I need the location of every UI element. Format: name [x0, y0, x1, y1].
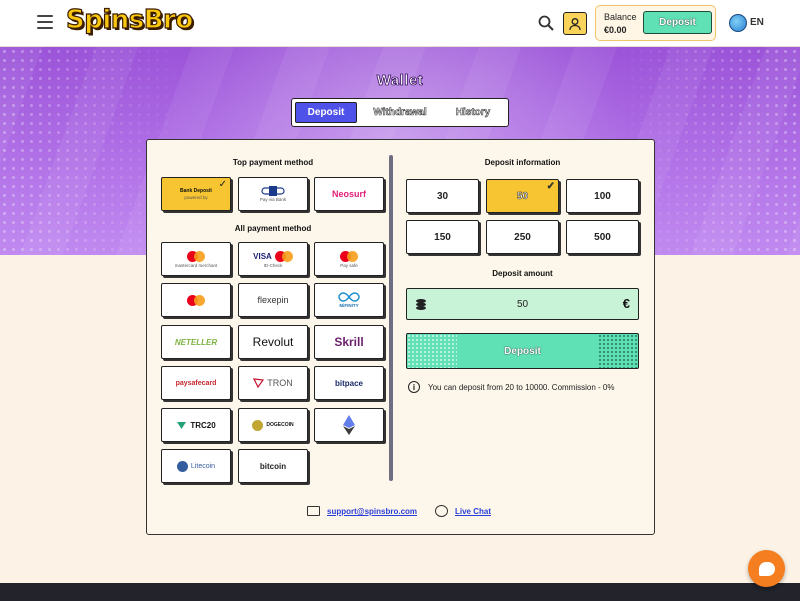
payment-mifinity[interactable]: MiFINITY — [314, 283, 384, 317]
tron-icon — [253, 378, 265, 388]
header: SpinsBro Balance €0.00 Deposit EN — [0, 0, 800, 47]
ethereum-icon — [343, 415, 355, 435]
currency-symbol: € — [622, 296, 630, 311]
deposit-button[interactable]: Deposit — [406, 333, 639, 369]
skrill-label: Skrill — [334, 335, 364, 349]
mastercard-icon — [274, 250, 293, 262]
mail-icon — [307, 506, 320, 516]
language-selector[interactable]: EN — [750, 17, 764, 28]
payment-mastercard[interactable] — [161, 283, 231, 317]
deposit-amount-title: Deposit amount — [492, 269, 553, 278]
check-icon: ✓ — [546, 181, 555, 193]
neosurf-label: Neosurf — [331, 189, 366, 199]
bank-transfer-icon — [261, 186, 285, 196]
amount-option-100[interactable]: 100 — [566, 179, 639, 213]
payment-tron[interactable]: TRON — [238, 366, 308, 400]
balance-label: Balance — [604, 12, 637, 22]
payment-litecoin[interactable]: Litecoin — [161, 449, 231, 483]
payment-pay-via-bank[interactable]: Pay via Bank — [238, 177, 308, 211]
chat-widget-button[interactable] — [748, 550, 785, 587]
neteller-label: NETELLER — [174, 337, 218, 347]
flexepin-label: flexepin — [257, 295, 289, 305]
wallet-tabs: Deposit Withdrawal History — [291, 98, 509, 127]
deposit-info-title: Deposit information — [484, 158, 561, 167]
litecoin-icon — [176, 460, 188, 472]
amount-option-500[interactable]: 500 — [566, 220, 639, 254]
payment-neosurf[interactable]: Neosurf — [314, 177, 384, 211]
bitcoin-label: bitcoin — [259, 461, 287, 471]
amount-option-30[interactable]: 30 — [406, 179, 479, 213]
bank-deposit-sub: powered by — [184, 195, 208, 200]
mastercard-icon — [186, 250, 205, 262]
bank-deposit-label: Bank Deposit — [180, 188, 212, 194]
header-deposit-button[interactable]: Deposit — [643, 11, 712, 34]
mastercard-icon — [187, 294, 205, 306]
payment-revolut[interactable]: Revolut — [238, 325, 308, 359]
mifinity-label: MiFINITY — [339, 303, 359, 308]
chat-icon — [435, 505, 448, 517]
payment-paysafecard[interactable]: paysafecard — [161, 366, 231, 400]
mastercard-sub: mastercard merchant — [174, 262, 218, 268]
payment-bank-deposit[interactable]: Bank Deposit powered by ✓ — [161, 177, 231, 211]
payment-ethereum[interactable] — [314, 408, 384, 442]
infinity-icon — [338, 292, 360, 302]
deposit-button-label: Deposit — [504, 345, 541, 357]
payment-dogecoin[interactable]: DOGECOIN — [238, 408, 308, 442]
all-payment-title: All payment method — [234, 224, 312, 233]
visa-label: VISA — [253, 251, 272, 261]
tab-history[interactable]: History — [442, 102, 504, 123]
deposit-amount-input[interactable]: 50 € — [406, 288, 639, 320]
payment-skrill[interactable]: Skrill — [314, 325, 384, 359]
amount-value: 50 — [516, 298, 529, 310]
revolut-label: Revolut — [252, 335, 294, 349]
payment-bitpace[interactable]: bitpace — [314, 366, 384, 400]
paysafe-sub: Pay safe — [340, 262, 358, 268]
panel-divider — [389, 155, 393, 481]
dogecoin-label: DOGECOIN — [266, 422, 294, 428]
search-icon[interactable] — [538, 15, 554, 31]
logo[interactable]: SpinsBro — [65, 4, 193, 35]
amount-option-150[interactable]: 150 — [406, 220, 479, 254]
payment-flexepin[interactable]: flexepin — [238, 283, 308, 317]
profile-button[interactable] — [563, 12, 587, 35]
amount-option-250[interactable]: 250 — [486, 220, 559, 254]
page-title: Wallet — [376, 72, 424, 90]
pay-via-bank-label: Pay via Bank — [259, 197, 287, 202]
user-icon — [569, 17, 581, 30]
deposit-info-text: You can deposit from 20 to 10000. Commis… — [428, 383, 615, 392]
payment-mastercard-paysafe[interactable]: Pay safe — [314, 242, 384, 276]
top-payment-title: Top payment method — [232, 158, 314, 167]
tab-deposit[interactable]: Deposit — [295, 102, 357, 123]
payment-bitcoin[interactable]: bitcoin — [238, 449, 308, 483]
tron-label: TRON — [267, 378, 293, 388]
payment-trc20[interactable]: TRC20 — [161, 408, 231, 442]
amount-option-label: 50 — [516, 190, 529, 202]
live-chat-link[interactable]: Live Chat — [455, 507, 491, 516]
paysafecard-label: paysafecard — [175, 379, 217, 387]
bitpace-label: bitpace — [334, 378, 363, 388]
dogecoin-icon — [252, 419, 264, 431]
trc20-label: TRC20 — [190, 420, 216, 430]
mastercard-icon — [340, 250, 358, 262]
check-icon: ✓ — [218, 179, 227, 190]
footer-bar — [0, 583, 800, 601]
globe-icon[interactable] — [729, 14, 747, 32]
litecoin-label: Litecoin — [190, 462, 216, 470]
visa-sub: ID-Check — [263, 262, 283, 268]
support-email-link[interactable]: support@spinsbro.com — [327, 507, 417, 516]
tab-withdrawal[interactable]: Withdrawal — [365, 102, 435, 123]
tether-icon — [177, 422, 187, 429]
payment-mastercard-merchant[interactable]: mastercard merchant — [161, 242, 231, 276]
balance-box: Balance €0.00 Deposit — [595, 5, 716, 41]
payment-visa-mastercard[interactable]: VISA ID-Check — [238, 242, 308, 276]
menu-icon[interactable] — [37, 15, 53, 29]
balance-value: €0.00 — [604, 25, 627, 35]
amount-option-50[interactable]: 50 ✓ — [486, 179, 559, 213]
payment-neteller[interactable]: NETELLER — [161, 325, 231, 359]
info-icon: i — [408, 381, 420, 393]
chat-bubble-icon — [758, 561, 775, 576]
